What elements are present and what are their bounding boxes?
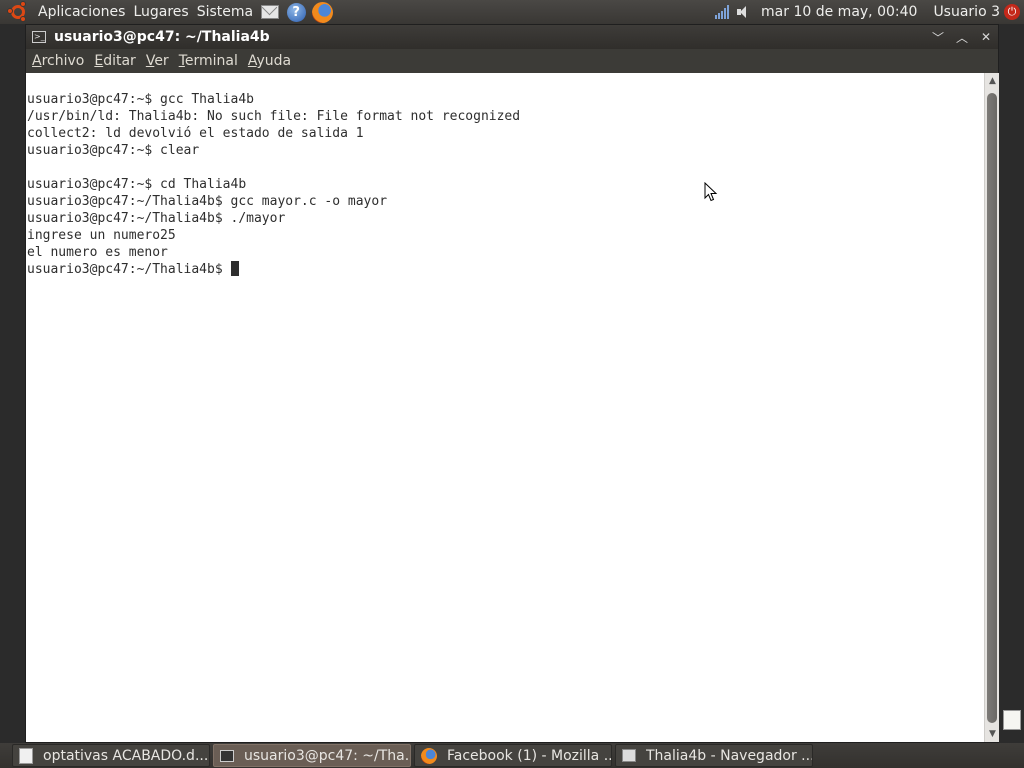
clock[interactable]: mar 10 de may, 00:40 [761, 4, 917, 20]
menu-archivo[interactable]: Archivo [26, 53, 88, 69]
terminal-line: usuario3@pc47:~$ cd Thalia4b [27, 177, 247, 192]
firefox-launcher[interactable] [311, 1, 333, 23]
menu-aplicaciones[interactable]: Aplicaciones [34, 0, 129, 24]
help-launcher[interactable]: ? [285, 1, 307, 23]
minimize-button[interactable]: ﹀ [926, 25, 950, 49]
menu-ver[interactable]: Ver [140, 53, 173, 69]
network-signal-icon[interactable] [715, 5, 731, 19]
volume-icon[interactable] [737, 6, 749, 18]
maximize-button[interactable]: ︿ [950, 25, 974, 49]
ubuntu-logo-icon[interactable] [7, 1, 28, 22]
terminal-line: usuario3@pc47:~/Thalia4b$ ./mayor [27, 211, 286, 226]
terminal-icon: >_ [32, 31, 46, 43]
window-title: usuario3@pc47: ~/Thalia4b [54, 29, 270, 45]
taskbar-item-file-browser[interactable]: Thalia4b - Navegador ... [615, 744, 813, 767]
scroll-down-arrow-icon[interactable]: ▼ [985, 726, 1000, 742]
terminal-line: usuario3@pc47:~/Thalia4b$ gcc mayor.c -o… [27, 194, 388, 209]
mouse-pointer-icon [704, 182, 718, 202]
terminal-prompt: usuario3@pc47:~/Thalia4b$ [27, 262, 231, 277]
terminal-line: /usr/bin/ld: Thalia4b: No such file: Fil… [27, 109, 521, 124]
mail-launcher[interactable] [259, 1, 281, 23]
taskbar-item-firefox[interactable]: Facebook (1) - Mozilla ... [414, 744, 612, 767]
terminal-line: usuario3@pc47:~$ gcc Thalia4b [27, 92, 254, 107]
firefox-icon [421, 747, 437, 764]
firefox-icon [311, 1, 333, 23]
terminal-line: usuario3@pc47:~$ clear [27, 143, 200, 158]
bottom-panel: optativas ACABADO.d... usuario3@pc47: ~/… [0, 743, 1024, 768]
notes-tray-icon[interactable] [1003, 710, 1021, 730]
menu-ayuda[interactable]: Ayuda [242, 53, 295, 69]
terminal-output[interactable]: usuario3@pc47:~$ gcc Thalia4b/usr/bin/ld… [26, 73, 984, 742]
terminal-line: ingrese un numero25 [27, 228, 176, 243]
taskbar-item-document[interactable]: optativas ACABADO.d... [12, 744, 210, 767]
menu-bar: Archivo Editar Ver Terminal Ayuda [26, 49, 998, 73]
terminal-line: collect2: ld devolvió el estado de salid… [27, 126, 364, 141]
menu-editar[interactable]: Editar [88, 53, 139, 69]
folder-icon [622, 749, 636, 762]
close-button[interactable]: ✕ [974, 25, 998, 49]
scroll-up-arrow-icon[interactable]: ▲ [985, 73, 1000, 89]
terminal-window: >_ usuario3@pc47: ~/Thalia4b ﹀ ︿ ✕ Archi… [25, 24, 999, 743]
vertical-scrollbar[interactable]: ▲ ▼ [984, 73, 999, 742]
text-cursor [230, 261, 239, 276]
user-menu[interactable]: Usuario 3 [933, 4, 1000, 20]
mail-icon [261, 5, 280, 19]
terminal-line: el numero es menor [27, 245, 168, 260]
power-icon[interactable]: ⏻ [1004, 4, 1020, 20]
taskbar-item-terminal[interactable]: usuario3@pc47: ~/Tha... [213, 744, 411, 767]
menu-terminal[interactable]: Terminal [173, 53, 242, 69]
top-panel: Aplicaciones Lugares Sistema ? mar 10 de… [0, 0, 1024, 24]
terminal-prompt-line[interactable]: usuario3@pc47:~/Thalia4b$ [27, 261, 984, 278]
scroll-thumb[interactable] [987, 93, 997, 723]
window-titlebar[interactable]: >_ usuario3@pc47: ~/Thalia4b ﹀ ︿ ✕ [26, 25, 998, 49]
terminal-icon [220, 749, 234, 762]
menu-sistema[interactable]: Sistema [193, 0, 257, 24]
help-icon: ? [286, 2, 306, 22]
menu-lugares[interactable]: Lugares [129, 0, 192, 24]
document-icon [19, 747, 33, 764]
